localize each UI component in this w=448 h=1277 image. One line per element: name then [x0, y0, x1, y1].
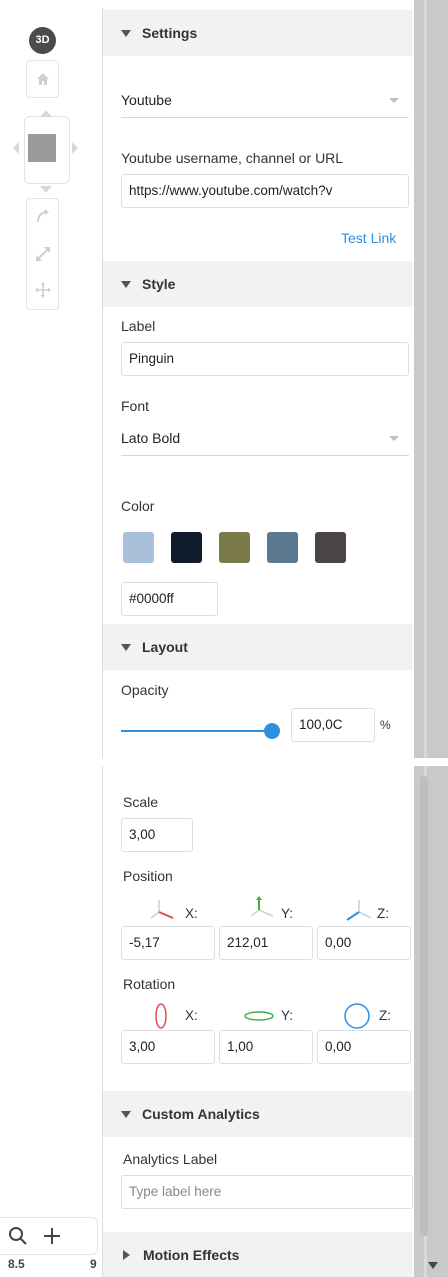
panel-scrollbar-bottom[interactable]: [420, 776, 428, 1236]
source-select-value: Youtube: [121, 91, 172, 108]
search-icon: [9, 1227, 27, 1245]
position-y-axis-icon: [250, 896, 274, 917]
position-x-label: X:: [185, 906, 198, 921]
rotate-tool[interactable]: [32, 205, 54, 227]
opacity-input[interactable]: 100,0C: [291, 708, 375, 742]
resize-tool[interactable]: [32, 243, 54, 265]
analytics-placeholder: Type label here: [129, 1184, 222, 1199]
collapse-caret-icon: [121, 29, 131, 37]
screenshot-seam: [0, 758, 448, 766]
color-label: Color: [121, 498, 155, 514]
home-button[interactable]: [26, 60, 59, 98]
rotate-icon: [37, 209, 49, 223]
style-title: Style: [142, 276, 176, 292]
motion-effects-section-header[interactable]: Motion Effects: [103, 1232, 413, 1277]
plus-icon: [44, 1228, 60, 1244]
position-z-input[interactable]: 0,00: [317, 926, 411, 960]
scale-label: Scale: [123, 794, 159, 810]
collapse-caret-icon: [121, 280, 131, 288]
zoom-left-value: 8.5: [8, 1257, 25, 1271]
layout-title: Layout: [142, 639, 188, 655]
navigation-pad[interactable]: [10, 102, 84, 198]
style-section-header[interactable]: Style: [103, 261, 413, 307]
color-swatch[interactable]: [171, 532, 202, 563]
nav-center-square-icon[interactable]: [28, 134, 56, 162]
rotation-x-axis-icon: [155, 1003, 167, 1029]
3d-toggle-button[interactable]: 3D: [29, 27, 56, 54]
scroll-down-arrow-icon[interactable]: [428, 1262, 438, 1269]
move-icon: [35, 282, 51, 298]
settings-section-header[interactable]: Settings: [103, 10, 413, 56]
analytics-title: Custom Analytics: [142, 1106, 260, 1122]
dropdown-arrow-icon: [389, 436, 399, 441]
color-swatch[interactable]: [267, 532, 298, 563]
resize-icon: [36, 247, 50, 261]
opacity-slider-track[interactable]: [121, 730, 273, 732]
font-select[interactable]: Lato Bold: [121, 420, 409, 456]
search-add-bar: [0, 1217, 98, 1255]
left-toolbar: 3D 8.5 9: [0, 0, 102, 1277]
rotation-y-label: Y:: [281, 1008, 294, 1023]
zoom-right-value: 9: [90, 1257, 97, 1271]
dropdown-arrow-icon: [389, 98, 399, 103]
nav-down-arrow-icon[interactable]: [40, 186, 52, 193]
source-select[interactable]: Youtube: [121, 82, 409, 118]
move-tool[interactable]: [32, 279, 54, 301]
rotation-y-axis-icon: [244, 1011, 274, 1021]
test-link[interactable]: Test Link: [341, 230, 396, 246]
analytics-label-input[interactable]: Type label here: [121, 1175, 413, 1209]
nav-up-arrow-icon[interactable]: [40, 110, 52, 117]
opacity-unit: %: [380, 718, 391, 732]
zoom-values: 8.5 9: [0, 1253, 102, 1277]
position-x-axis-icon: [150, 900, 174, 919]
add-button[interactable]: [40, 1224, 64, 1248]
position-y-label: Y:: [281, 906, 294, 921]
nav-right-arrow-icon[interactable]: [72, 142, 78, 154]
hex-color-input[interactable]: #0000ff: [121, 582, 218, 616]
label-input[interactable]: Pinguin: [121, 342, 409, 376]
collapse-caret-icon: [121, 1110, 131, 1118]
position-z-axis-icon: [346, 900, 372, 921]
rotation-x-label: X:: [185, 1008, 198, 1023]
opacity-slider-thumb[interactable]: [264, 723, 280, 739]
settings-title: Settings: [142, 25, 198, 41]
position-y-input[interactable]: 212,01: [219, 926, 313, 960]
transform-tool-group: [26, 198, 59, 310]
url-label: Youtube username, channel or URL: [121, 150, 344, 166]
analytics-label: Analytics Label: [123, 1151, 218, 1167]
properties-panel: Settings Youtube Youtube username, chann…: [102, 8, 414, 1277]
search-button[interactable]: [6, 1224, 30, 1248]
url-input[interactable]: https://www.youtube.com/watch?v: [121, 174, 409, 208]
expand-caret-icon: [123, 1249, 130, 1260]
font-label: Font: [121, 398, 150, 414]
position-x-input[interactable]: -5,17: [121, 926, 215, 960]
home-icon: [36, 73, 49, 85]
color-swatch[interactable]: [315, 532, 346, 563]
rotation-label: Rotation: [123, 976, 176, 992]
font-select-value: Lato Bold: [121, 429, 181, 446]
opacity-label: Opacity: [121, 682, 169, 698]
rotation-z-input[interactable]: 0,00: [317, 1030, 411, 1064]
rotation-z-axis-icon: [344, 1003, 370, 1029]
position-label: Position: [123, 868, 173, 884]
rotation-z-label: Z:: [379, 1008, 391, 1023]
color-swatch[interactable]: [219, 532, 250, 563]
scale-input[interactable]: 3,00: [121, 818, 193, 852]
label-label: Label: [121, 318, 156, 334]
layout-section-header[interactable]: Layout: [103, 624, 413, 670]
rotation-y-input[interactable]: 1,00: [219, 1030, 313, 1064]
motion-effects-title: Motion Effects: [143, 1246, 240, 1263]
analytics-section-header[interactable]: Custom Analytics: [103, 1091, 413, 1137]
collapse-caret-icon: [121, 643, 131, 651]
position-z-label: Z:: [377, 906, 389, 921]
rotation-x-input[interactable]: 3,00: [121, 1030, 215, 1064]
color-swatch[interactable]: [123, 532, 154, 563]
nav-left-arrow-icon[interactable]: [13, 142, 19, 154]
